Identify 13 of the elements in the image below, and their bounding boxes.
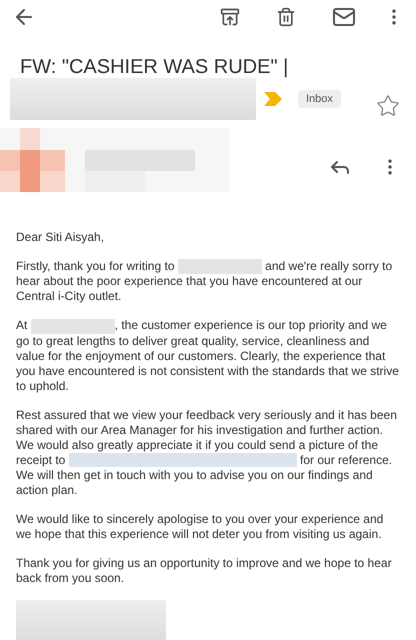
mail-icon[interactable] — [332, 5, 356, 29]
archive-icon[interactable] — [220, 7, 240, 27]
body-paragraph: Rest assured that we view your feedback very seriously and it has been shared with our Area Manager for his investigation and further action. We would also greatly appreciate it if you could send a picture of the receipt to for our reference. We will then get in touch with you to advise you on our findings and action plan. — [16, 408, 398, 498]
body-paragraph: We would like to sincerely apologise to you over your experience and we hope that this experience will not deter you from visiting us again. — [16, 512, 384, 542]
delete-icon[interactable] — [276, 7, 296, 27]
body-paragraph: Thank you for giving us an opportunity to improve and we hope to hear back from you soon. — [16, 556, 393, 586]
importance-marker-icon — [264, 92, 282, 106]
star-icon[interactable] — [376, 94, 400, 118]
email-subject: FW: "CASHIER WAS RUDE" | — [20, 55, 290, 80]
body-paragraph: Dear Siti Aisyah, — [16, 230, 106, 245]
body-paragraph: At , the customer experience is our top priority and we go to great lengths to deliver great quality, service, cleanliness and value for the enjoyment of our customers. Clearly, the experience that you have encountered is not consistent with the standards that we strive to uphold. — [16, 318, 400, 394]
inbox-label[interactable]: Inbox — [298, 90, 341, 108]
body-paragraph: Firstly, thank you for writing to and we're really sorry to hear about the poor experience that you have encountered at our Central i-City outlet. — [16, 259, 394, 304]
